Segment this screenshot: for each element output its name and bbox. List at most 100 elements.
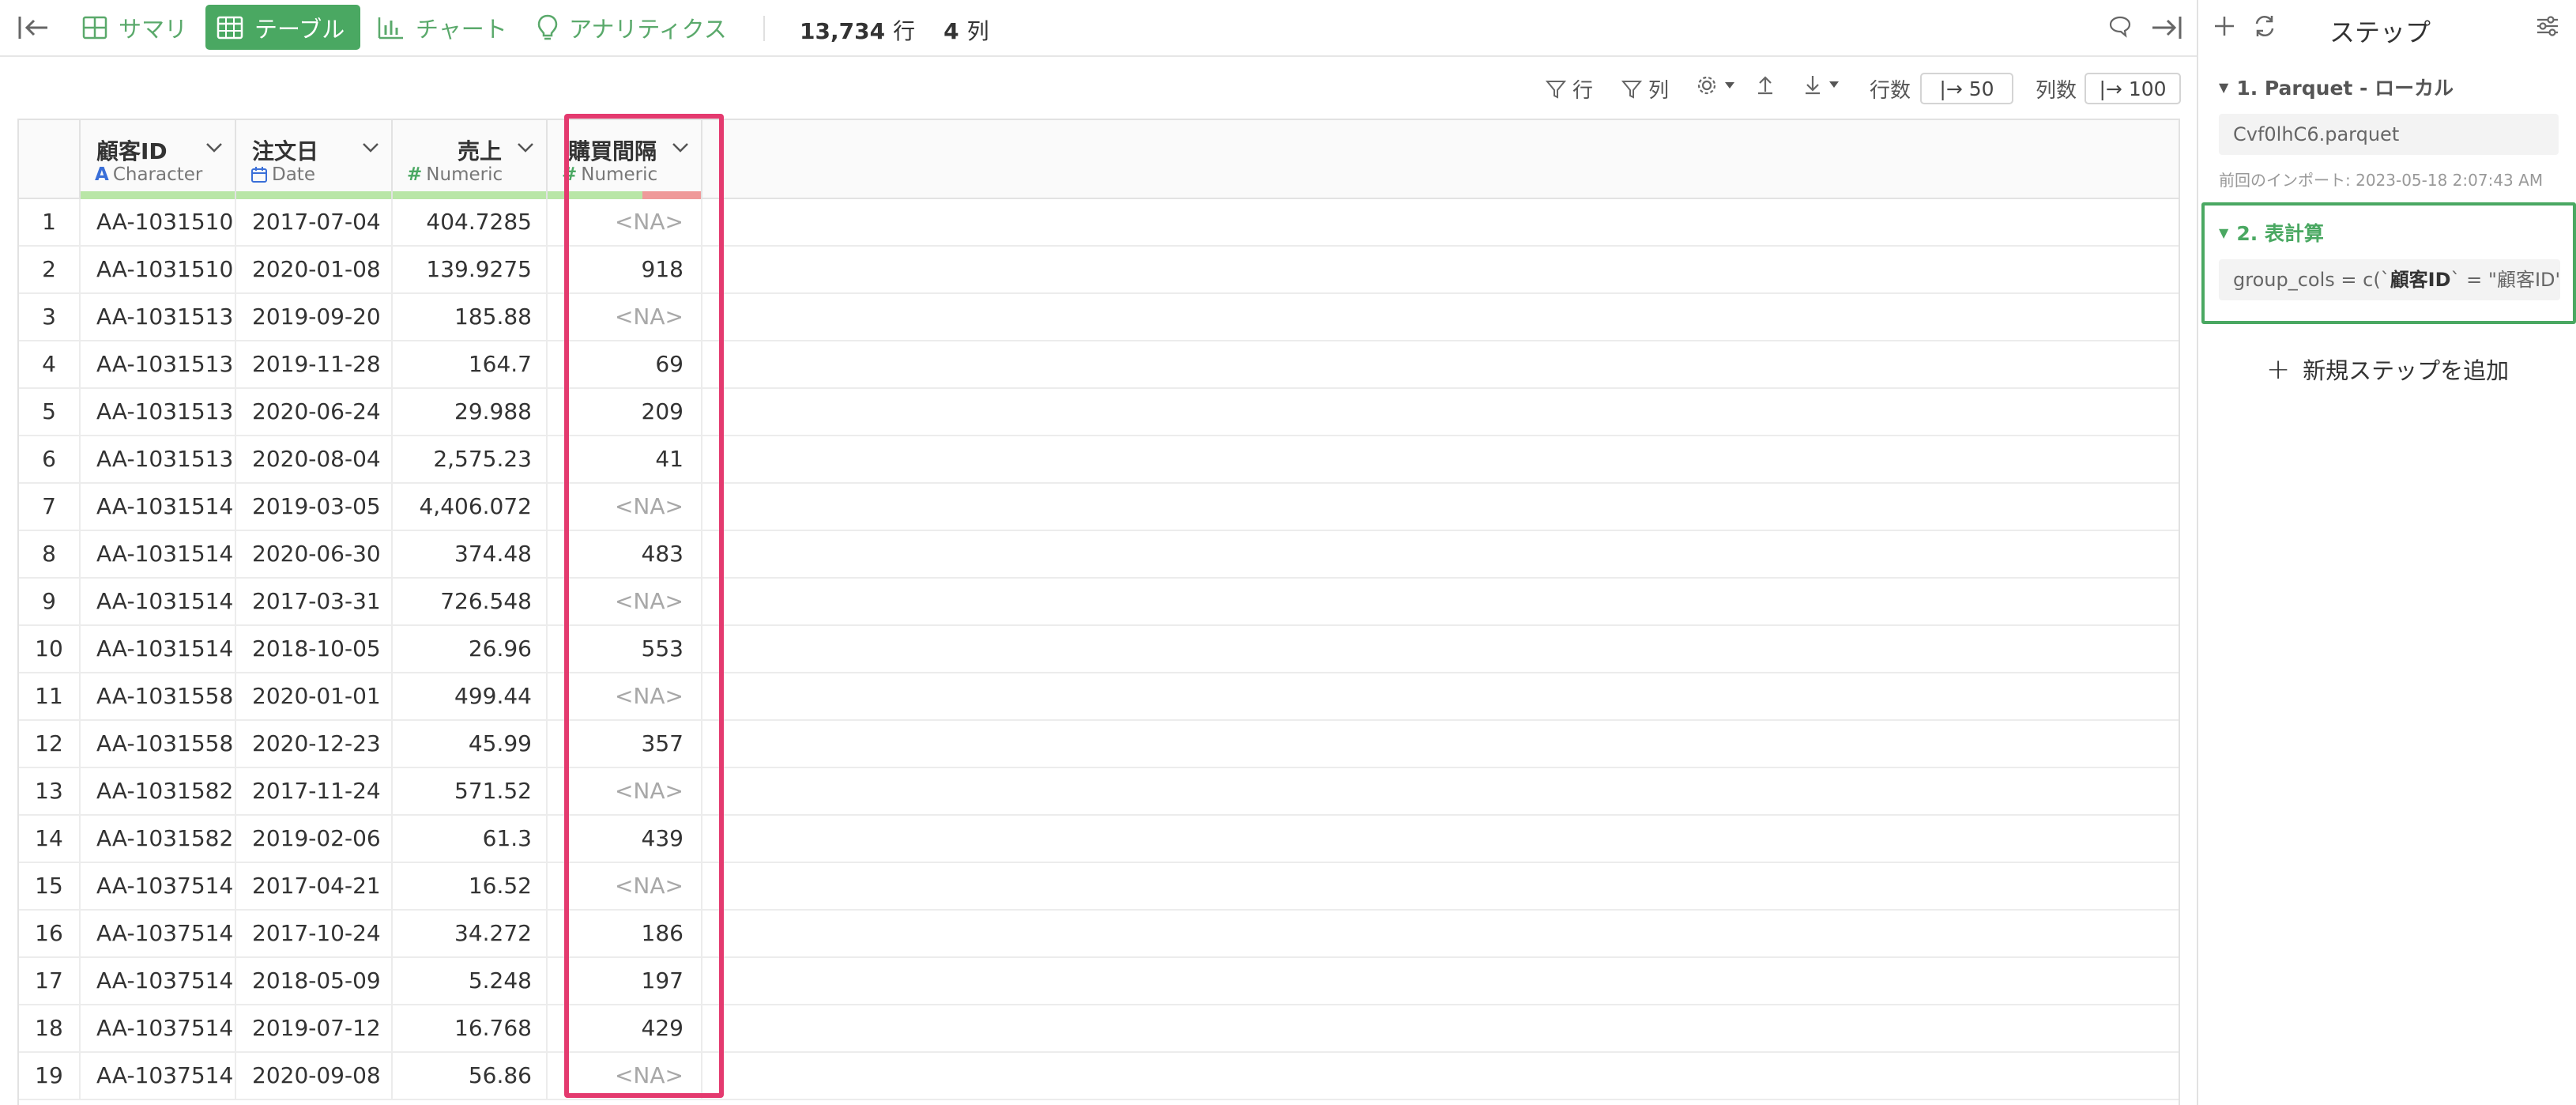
customer-id-cell[interactable]: AA-103151404 [81, 579, 236, 626]
customer-id-cell[interactable]: AA-103151402 [81, 484, 236, 531]
customer-id-cell[interactable]: AA-10315102 [81, 247, 236, 294]
row-index[interactable]: 15 [19, 863, 81, 911]
sales-cell[interactable]: 726.548 [393, 579, 548, 626]
order-date-cell[interactable]: 2017-03-31 [236, 579, 393, 626]
table-row[interactable]: 2 AA-10315102 2020-01-08 139.9275 918 [19, 247, 2179, 294]
customer-id-cell[interactable]: AA-10315139 [81, 341, 236, 389]
purchase-interval-cell[interactable]: <NA> [548, 1053, 702, 1100]
row-index[interactable]: 4 [19, 341, 81, 389]
order-date-cell[interactable]: 2019-09-20 [236, 294, 393, 341]
order-date-cell[interactable]: 2020-06-30 [236, 531, 393, 579]
purchase-interval-cell[interactable]: <NA> [548, 294, 702, 341]
cols-limit-input[interactable]: |→ 100 [2085, 73, 2181, 104]
sales-cell[interactable]: 374.48 [393, 531, 548, 579]
table-row[interactable]: 7AA-1031514022019-03-054,406.072<NA> [19, 484, 2179, 531]
sliders-icon[interactable] [2535, 14, 2560, 38]
customer-id-cell[interactable]: AA-1031558 [81, 721, 236, 768]
row-index[interactable]: 10 [19, 626, 81, 673]
download-dropdown[interactable] [1803, 74, 1846, 95]
row-index[interactable]: 18 [19, 1005, 81, 1053]
sales-cell[interactable]: 56.86 [393, 1053, 548, 1100]
sales-cell[interactable]: 45.99 [393, 721, 548, 768]
tab-analytics[interactable]: アナリティクス [526, 5, 741, 50]
purchase-interval-cell[interactable]: 69 [548, 341, 702, 389]
sales-cell[interactable]: 164.7 [393, 341, 548, 389]
purchase-interval-cell[interactable]: 429 [548, 1005, 702, 1053]
refresh-icon[interactable] [2252, 14, 2277, 38]
filter-rows-button[interactable]: 行 [1546, 74, 1593, 104]
sales-cell[interactable]: 139.9275 [393, 247, 548, 294]
column-header-customer-id[interactable]: 顧客ID A Character [81, 120, 236, 199]
collapse-right-icon[interactable] [2151, 14, 2182, 41]
row-index[interactable]: 7 [19, 484, 81, 531]
row-index[interactable]: 9 [19, 579, 81, 626]
customer-id-cell[interactable]: AA-1031558 [81, 673, 236, 721]
order-date-cell[interactable]: 2017-10-24 [236, 911, 393, 958]
order-date-cell[interactable]: 2020-06-24 [236, 389, 393, 436]
order-date-cell[interactable]: 2020-12-23 [236, 721, 393, 768]
table-row[interactable]: 3 AA-10315139 2019-09-20 185.88 <NA> [19, 294, 2179, 341]
purchase-interval-cell[interactable]: 41 [548, 436, 702, 484]
row-index[interactable]: 6 [19, 436, 81, 484]
sales-cell[interactable]: 185.88 [393, 294, 548, 341]
order-date-cell[interactable]: 2018-10-05 [236, 626, 393, 673]
settings-dropdown[interactable] [1696, 74, 1742, 96]
customer-id-cell[interactable]: AA-1031582 [81, 816, 236, 863]
customer-id-cell[interactable]: AA-103751404 [81, 1005, 236, 1053]
collapse-left-icon[interactable] [17, 14, 49, 41]
table-row[interactable]: 19AA-1037514062020-09-0856.86<NA> [19, 1053, 2179, 1100]
table-row[interactable]: 11 AA-1031558 2020-01-01 499.44 <NA> [19, 673, 2179, 721]
chevron-down-icon[interactable] [205, 141, 224, 153]
rows-limit-input[interactable]: |→ 50 [1920, 73, 2013, 104]
purchase-interval-cell[interactable]: <NA> [548, 484, 702, 531]
customer-id-cell[interactable]: AA-10315102 [81, 199, 236, 247]
purchase-interval-cell[interactable]: <NA> [548, 673, 702, 721]
row-index[interactable]: 11 [19, 673, 81, 721]
purchase-interval-cell[interactable]: 209 [548, 389, 702, 436]
sales-cell[interactable]: 571.52 [393, 768, 548, 816]
order-date-cell[interactable]: 2018-05-09 [236, 958, 393, 1005]
table-row[interactable]: 8AA-1031514022020-06-30374.48483 [19, 531, 2179, 579]
row-index[interactable]: 1 [19, 199, 81, 247]
comment-icon[interactable] [2108, 14, 2132, 38]
row-index[interactable]: 12 [19, 721, 81, 768]
purchase-interval-cell[interactable]: <NA> [548, 768, 702, 816]
sales-cell[interactable]: 34.272 [393, 911, 548, 958]
sales-cell[interactable]: 404.7285 [393, 199, 548, 247]
purchase-interval-cell[interactable]: 197 [548, 958, 702, 1005]
tab-chart[interactable]: チャート [367, 5, 522, 50]
customer-id-cell[interactable]: AA-103751404 [81, 958, 236, 1005]
order-date-cell[interactable]: 2020-08-04 [236, 436, 393, 484]
table-row[interactable]: 4 AA-10315139 2019-11-28 164.7 69 [19, 341, 2179, 389]
order-date-cell[interactable]: 2020-01-08 [236, 247, 393, 294]
sales-cell[interactable]: 499.44 [393, 673, 548, 721]
purchase-interval-cell[interactable]: 918 [548, 247, 702, 294]
order-date-cell[interactable]: 2020-09-08 [236, 1053, 393, 1100]
table-row[interactable]: 17AA-1037514042018-05-095.248197 [19, 958, 2179, 1005]
row-index[interactable]: 8 [19, 531, 81, 579]
tab-summary[interactable]: サマリ [71, 5, 201, 50]
table-row[interactable]: 14 AA-1031582 2019-02-06 61.3 439 [19, 816, 2179, 863]
table-row[interactable]: 18AA-1037514042019-07-1216.768429 [19, 1005, 2179, 1053]
sales-cell[interactable]: 16.52 [393, 863, 548, 911]
customer-id-cell[interactable]: AA-103151404 [81, 626, 236, 673]
table-row[interactable]: 1 AA-10315102 2017-07-04 404.7285 <NA> [19, 199, 2179, 247]
order-date-cell[interactable]: 2019-11-28 [236, 341, 393, 389]
sales-cell[interactable]: 61.3 [393, 816, 548, 863]
chevron-down-icon[interactable] [671, 141, 690, 153]
purchase-interval-cell[interactable]: 483 [548, 531, 702, 579]
column-header-order-date[interactable]: 注文日 Date [236, 120, 393, 199]
table-row[interactable]: 13 AA-1031582 2017-11-24 571.52 <NA> [19, 768, 2179, 816]
tab-table[interactable]: テーブル [205, 5, 360, 50]
purchase-interval-cell[interactable]: 186 [548, 911, 702, 958]
row-index[interactable]: 2 [19, 247, 81, 294]
upload-button[interactable] [1756, 74, 1781, 95]
customer-id-cell[interactable]: AA-10315139 [81, 436, 236, 484]
row-index[interactable]: 14 [19, 816, 81, 863]
purchase-interval-cell[interactable]: <NA> [548, 199, 702, 247]
table-row[interactable]: 12 AA-1031558 2020-12-23 45.99 357 [19, 721, 2179, 768]
customer-id-cell[interactable]: AA-10315139 [81, 294, 236, 341]
customer-id-cell[interactable]: AA-10315139 [81, 389, 236, 436]
add-step-button[interactable]: + 新規ステップを追加 [2266, 353, 2509, 386]
sales-cell[interactable]: 2,575.23 [393, 436, 548, 484]
